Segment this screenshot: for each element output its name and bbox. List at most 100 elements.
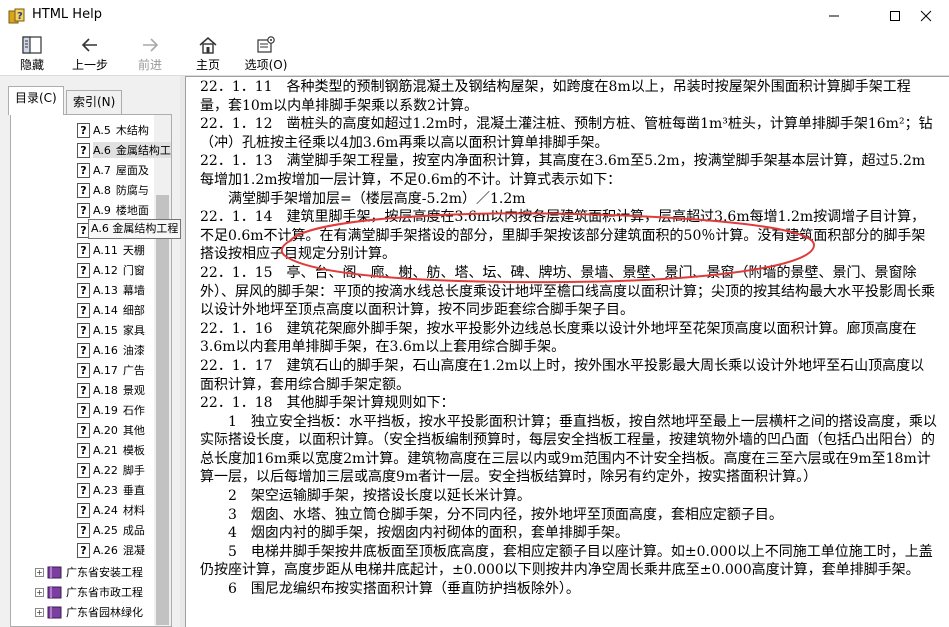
tree-item[interactable]: ? A.25 成品 [77, 520, 145, 540]
tree-item[interactable]: ? A.16 油漆 [77, 340, 145, 360]
tree-item-name: 垂直 [122, 484, 145, 497]
tree-book[interactable]: + 广东省园林绿化 [35, 602, 143, 622]
tree-item-code: A.20 [93, 424, 118, 437]
tree-item[interactable]: ? A.8 防腐与 [77, 180, 149, 200]
tree-item-label: A.17 广告 [93, 362, 145, 378]
topic-content[interactable]: 22．1．11 各种类型的预制钢筋混凝土及钢结构屋架，如跨度在8m以上，吊装时按… [185, 76, 949, 627]
forward-button[interactable]: 前进 [124, 34, 176, 74]
help-topic-icon: ? [77, 362, 90, 378]
hide-button[interactable]: 隐藏 [6, 34, 58, 74]
book-icon [47, 566, 62, 578]
tree-item[interactable]: ? A.26 混凝 [77, 540, 145, 560]
help-topic-icon: ? [77, 322, 90, 338]
tree-item[interactable]: ? A.5 木结构 [77, 120, 149, 140]
topic-paragraph: 6 围尼龙编织布按实搭面积计算（垂直防护挡板除外）。 [200, 581, 580, 598]
tree-item-name: 混凝 [122, 544, 145, 557]
tree-item-label: A.9 楼地面 [93, 202, 149, 218]
tree-item[interactable]: ? A.13 幕墙 [77, 280, 145, 300]
hide-label: 隐藏 [19, 58, 44, 72]
tree-book-label: 广东省安装工程 [66, 566, 143, 579]
tree-item[interactable]: ? A.22 脚手 [77, 460, 145, 480]
tree-item-name: 模板 [122, 444, 145, 457]
tree-item-name: 油漆 [122, 344, 145, 357]
topic-paragraph: 1 独立安全挡板：水平挡板，按水平投影面积计算；垂直挡板，按自然地坪至最上一层横… [200, 413, 937, 486]
expand-icon[interactable]: + [35, 607, 44, 617]
topic-paragraph: 22．1．11 各种类型的预制钢筋混凝土及钢结构屋架，如跨度在8m以上，吊装时按… [200, 79, 911, 114]
tree-book[interactable]: + 广东省市政工程 [35, 582, 143, 602]
tree-item[interactable]: ? A.14 细部 [77, 300, 145, 320]
help-topic-icon: ? [77, 242, 90, 258]
tree-item-label: A.21 模板 [93, 442, 145, 458]
tree-item-name: 门窗 [122, 264, 145, 277]
back-button[interactable]: 上一步 [64, 34, 116, 74]
topic-paragraph: 4 烟囱内衬的脚手架，按烟囱内衬砌体的面积，套单排脚手架。 [200, 525, 629, 542]
tree-item-name: 材料 [122, 504, 145, 517]
tree-item-name: 细部 [122, 304, 145, 317]
title-bar: ? HTML Help [0, 0, 949, 32]
tree-item-name: 家具 [122, 324, 145, 337]
topic-paragraph: 3 烟囱、水塔、独立筒仓脚手架，分不同内径，按外地坪至顶面高度，套相应定额子目。 [200, 506, 783, 523]
contents-tree[interactable]: ?A.5木结构?A.6金属结构工程?A.7屋面及?A.8防腐与?A.9楼地面?A… [10, 114, 172, 627]
tree-item-label: A.14 细部 [93, 302, 145, 318]
tree-book[interactable]: + 广东省安装工程 [35, 562, 143, 582]
tree-item-name: 防腐与 [115, 184, 149, 197]
home-label: 主页 [195, 58, 220, 72]
topic-paragraph: 满堂脚手架增加层=（楼层高度-5.2m）／1.2m [200, 190, 526, 207]
tree-item[interactable]: ? A.9 楼地面 [77, 200, 149, 220]
tree-item[interactable]: ? A.18 景观 [77, 380, 145, 400]
tree-item[interactable]: ?A.6 金属结构工程 [77, 140, 171, 160]
forward-label: 前进 [137, 58, 162, 72]
help-book-icon: ? [8, 8, 26, 24]
tree-item[interactable]: ? A.12 门窗 [77, 260, 145, 280]
minimize-button[interactable] [811, 0, 857, 32]
expand-icon[interactable]: + [35, 567, 44, 577]
options-label: 选项(O) [244, 58, 288, 72]
help-topic-icon: ? [77, 202, 90, 218]
tree-item[interactable]: ? A.21 模板 [77, 440, 145, 460]
tree-scrollbar[interactable] [154, 115, 171, 626]
tree-item-label: A.15 家具 [93, 322, 145, 338]
tree-scrollbar-thumb[interactable] [156, 195, 169, 625]
help-topic-icon: ? [77, 462, 90, 478]
tree-item-name: 楼地面 [115, 204, 149, 217]
topic-paragraph: 22．1．13 满堂脚手架工程量，按室内净面积计算，其高度在3.6m至5.2m，… [200, 153, 926, 188]
topic-paragraph: 22．1．16 建筑花架廊外脚手架，按水平投影外边线总长度乘以设计外地坪至花架顶… [200, 320, 917, 356]
tree-item-label: A.6 金属结构工程 [93, 142, 171, 158]
tree-item-name: 脚手 [122, 464, 145, 477]
tree-item-name: 其他 [122, 424, 145, 437]
tab-contents[interactable]: 目录(C) [8, 86, 64, 115]
navigation-pane: 目录(C) 索引(N) ?A.5木结构?A.6金属结构工程?A.7屋面及?A.8… [0, 76, 182, 627]
tree-item-name: 成品 [122, 524, 145, 537]
help-topic-icon: ? [77, 282, 90, 298]
expand-icon[interactable]: + [35, 587, 44, 597]
close-button[interactable] [903, 0, 949, 32]
back-label: 上一步 [71, 58, 108, 72]
book-icon [47, 606, 62, 618]
tree-item-code: A.11 [93, 244, 118, 257]
tree-item-code: A.17 [93, 364, 118, 377]
forward-arrow-icon [143, 38, 159, 52]
tree-item[interactable]: ? A.17 广告 [77, 360, 145, 380]
tree-item[interactable]: ? A.19 石作 [77, 400, 145, 420]
options-icon [257, 36, 275, 53]
help-topic-icon: ? [77, 122, 90, 138]
options-button[interactable]: 选项(O) [240, 34, 292, 74]
tree-item-name: 天棚 [122, 244, 145, 257]
tree-item[interactable]: ? A.15 家具 [77, 320, 145, 340]
tree-item[interactable]: ? A.24 材料 [77, 500, 145, 520]
tree-item[interactable]: ? A.11 天棚 [77, 240, 145, 260]
tab-index[interactable]: 索引(N) [66, 90, 123, 114]
tree-item-code: A.8 [93, 184, 111, 197]
toolbar: 隐藏 上一步 前进 主页 选项(O) [0, 32, 949, 76]
help-topic-icon: ? [77, 522, 90, 538]
home-icon [199, 37, 217, 54]
tree-item-label: A.13 幕墙 [93, 282, 145, 298]
tree-item[interactable]: ? A.23 垂直 [77, 480, 145, 500]
tree-item-label: A.7 屋面及 [93, 162, 149, 178]
home-button[interactable]: 主页 [182, 34, 234, 74]
tree-item-name: 幕墙 [122, 284, 145, 297]
tree-item[interactable]: ? A.20 其他 [77, 420, 145, 440]
tree-item[interactable]: ? A.7 屋面及 [77, 160, 149, 180]
help-topic-icon: ? [77, 382, 90, 398]
topic-article: 22．1．11 各种类型的预制钢筋混凝土及钢结构屋架，如跨度在8m以上，吊装时按… [200, 78, 938, 599]
